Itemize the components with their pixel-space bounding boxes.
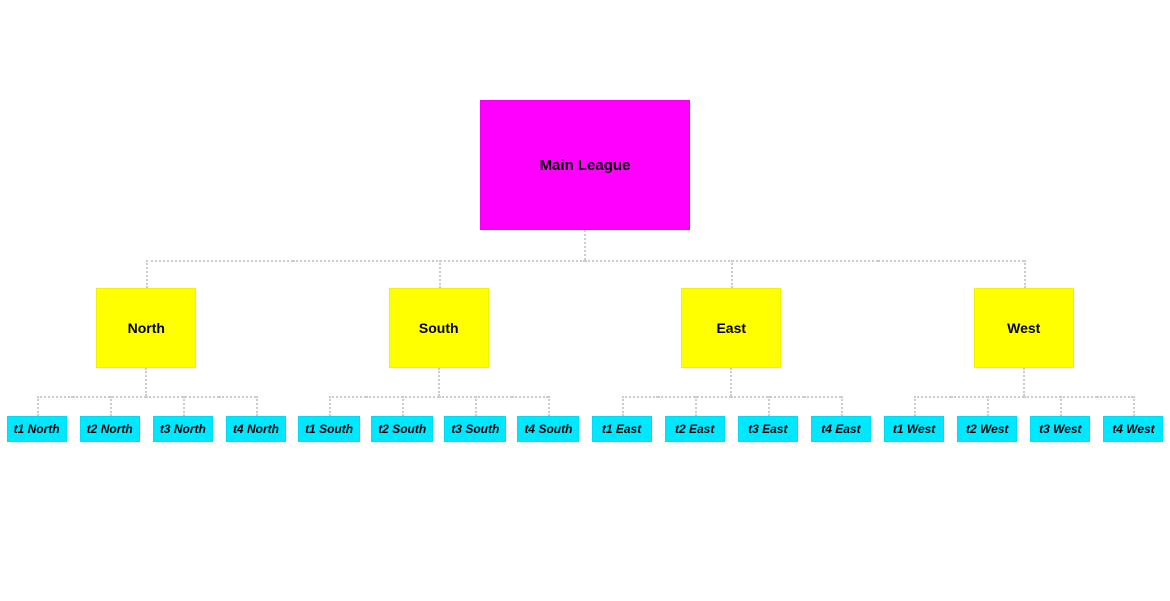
team-col: t4 East bbox=[804, 396, 877, 442]
team-label: t2 West bbox=[966, 422, 1008, 436]
division-node: East bbox=[681, 288, 781, 368]
team-label: t4 West bbox=[1112, 422, 1154, 436]
connector bbox=[584, 230, 586, 260]
team-label: t2 North bbox=[87, 422, 133, 436]
team-label: t3 South bbox=[451, 422, 499, 436]
team-col: t1 West bbox=[878, 396, 951, 442]
team-col: t2 East bbox=[658, 396, 731, 442]
team-node: t3 North bbox=[153, 416, 213, 442]
division-south: South t1 South t2 South t3 South t4 Sout… bbox=[293, 260, 586, 442]
connector bbox=[438, 368, 440, 396]
teams-row: t1 South t2 South t3 South t4 South bbox=[293, 396, 586, 442]
team-node: t2 West bbox=[957, 416, 1017, 442]
connector bbox=[1023, 368, 1025, 396]
division-node: North bbox=[96, 288, 196, 368]
team-node: t4 East bbox=[811, 416, 871, 442]
teams-row: t1 West t2 West t3 West t4 West bbox=[878, 396, 1170, 442]
team-col: t4 South bbox=[512, 396, 585, 442]
team-col: t2 North bbox=[73, 396, 146, 442]
team-label: t3 East bbox=[748, 422, 787, 436]
team-label: t2 East bbox=[675, 422, 714, 436]
team-col: t1 North bbox=[0, 396, 73, 442]
team-node: t1 North bbox=[7, 416, 67, 442]
team-col: t4 North bbox=[219, 396, 292, 442]
team-label: t1 North bbox=[14, 422, 60, 436]
team-label: t1 East bbox=[602, 422, 641, 436]
connector bbox=[145, 368, 147, 396]
team-col: t1 East bbox=[585, 396, 658, 442]
root-node: Main League bbox=[480, 100, 690, 230]
team-node: t2 South bbox=[371, 416, 433, 442]
team-node: t2 East bbox=[665, 416, 725, 442]
team-col: t3 South bbox=[439, 396, 512, 442]
team-node: t1 South bbox=[298, 416, 360, 442]
root-label: Main League bbox=[540, 157, 631, 174]
team-col: t2 South bbox=[366, 396, 439, 442]
team-label: t4 South bbox=[524, 422, 572, 436]
connector bbox=[730, 368, 732, 396]
team-label: t1 West bbox=[893, 422, 935, 436]
team-label: t3 North bbox=[160, 422, 206, 436]
org-tree: Main League North t1 North t2 North t3 N… bbox=[0, 0, 1170, 442]
division-label: South bbox=[419, 320, 459, 336]
division-label: West bbox=[1007, 320, 1040, 336]
team-node: t2 North bbox=[80, 416, 140, 442]
team-label: t4 North bbox=[233, 422, 279, 436]
team-label: t4 East bbox=[821, 422, 860, 436]
team-col: t1 South bbox=[293, 396, 366, 442]
division-north: North t1 North t2 North t3 North t4 Nort… bbox=[0, 260, 293, 442]
division-east: East t1 East t2 East t3 East t4 East bbox=[585, 260, 878, 442]
team-label: t2 South bbox=[378, 422, 426, 436]
team-label: t1 South bbox=[305, 422, 353, 436]
team-label: t3 West bbox=[1039, 422, 1081, 436]
team-node: t3 West bbox=[1030, 416, 1090, 442]
team-node: t1 West bbox=[884, 416, 944, 442]
team-node: t4 South bbox=[517, 416, 579, 442]
team-col: t3 North bbox=[146, 396, 219, 442]
team-node: t3 East bbox=[738, 416, 798, 442]
team-col: t2 West bbox=[951, 396, 1024, 442]
division-label: East bbox=[716, 320, 746, 336]
teams-row: t1 East t2 East t3 East t4 East bbox=[585, 396, 878, 442]
division-label: North bbox=[128, 320, 165, 336]
team-col: t3 West bbox=[1024, 396, 1097, 442]
team-node: t4 North bbox=[226, 416, 286, 442]
division-node: South bbox=[389, 288, 489, 368]
teams-row: t1 North t2 North t3 North t4 North bbox=[0, 396, 293, 442]
team-node: t4 West bbox=[1103, 416, 1163, 442]
team-col: t3 East bbox=[731, 396, 804, 442]
team-node: t3 South bbox=[444, 416, 506, 442]
division-node: West bbox=[974, 288, 1074, 368]
team-node: t1 East bbox=[592, 416, 652, 442]
team-col: t4 West bbox=[1097, 396, 1170, 442]
division-west: West t1 West t2 West t3 West t4 West bbox=[878, 260, 1170, 442]
divisions-row: North t1 North t2 North t3 North t4 Nort… bbox=[0, 260, 1170, 442]
